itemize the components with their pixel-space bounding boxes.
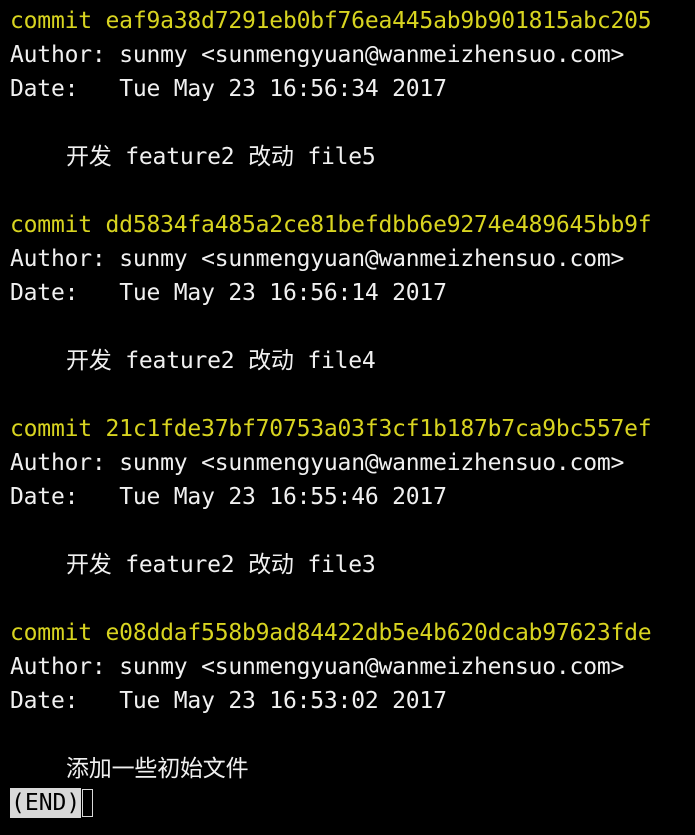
commit-hash: dd5834fa485a2ce81befdbb6e9274e489645bb9f xyxy=(105,212,652,238)
text-cursor[interactable] xyxy=(82,789,94,817)
commit-message: 开发 feature2 改动 file5 xyxy=(66,144,376,170)
author-line: Author: sunmy <sunmengyuan@wanmeizhensuo… xyxy=(10,242,695,276)
date-line: Date: Tue May 23 16:53:02 2017 xyxy=(10,684,695,718)
author-line: Author: sunmy <sunmengyuan@wanmeizhensuo… xyxy=(10,446,695,480)
commit-keyword: commit xyxy=(10,416,106,442)
author-value: sunmy <sunmengyuan@wanmeizhensuo.com> xyxy=(119,654,625,680)
author-line: Author: sunmy <sunmengyuan@wanmeizhensuo… xyxy=(10,650,695,684)
date-value: Tue May 23 16:56:14 2017 xyxy=(119,280,447,306)
commit-hash: eaf9a38d7291eb0bf76ea445ab9b901815abc205 xyxy=(105,8,652,34)
commit-entry: commit e08ddaf558b9ad84422db5e4b620dcab9… xyxy=(10,616,695,786)
commit-keyword: commit xyxy=(10,8,106,34)
date-value: Tue May 23 16:56:34 2017 xyxy=(119,76,447,102)
author-label: Author: xyxy=(10,246,120,272)
date-value: Tue May 23 16:53:02 2017 xyxy=(119,688,447,714)
commit-keyword: commit xyxy=(10,212,106,238)
commit-hash-line: commit 21c1fde37bf70753a03f3cf1b187b7ca9… xyxy=(10,412,695,446)
author-label: Author: xyxy=(10,42,120,68)
commit-hash-line: commit eaf9a38d7291eb0bf76ea445ab9b90181… xyxy=(10,4,695,38)
author-label: Author: xyxy=(10,654,120,680)
date-label: Date: xyxy=(10,484,120,510)
commit-hash-line: commit e08ddaf558b9ad84422db5e4b620dcab9… xyxy=(10,616,695,650)
date-label: Date: xyxy=(10,76,120,102)
date-line: Date: Tue May 23 16:55:46 2017 xyxy=(10,480,695,514)
commit-entry: commit eaf9a38d7291eb0bf76ea445ab9b90181… xyxy=(10,4,695,208)
author-line: Author: sunmy <sunmengyuan@wanmeizhensuo… xyxy=(10,38,695,72)
date-line: Date: Tue May 23 16:56:34 2017 xyxy=(10,72,695,106)
terminal-window[interactable]: commit eaf9a38d7291eb0bf76ea445ab9b90181… xyxy=(10,4,695,820)
commit-hash: e08ddaf558b9ad84422db5e4b620dcab97623fde xyxy=(105,620,652,646)
date-line: Date: Tue May 23 16:56:14 2017 xyxy=(10,276,695,310)
author-value: sunmy <sunmengyuan@wanmeizhensuo.com> xyxy=(119,450,625,476)
date-value: Tue May 23 16:55:46 2017 xyxy=(119,484,447,510)
author-label: Author: xyxy=(10,450,120,476)
commit-message: 添加一些初始文件 xyxy=(66,756,249,782)
date-label: Date: xyxy=(10,688,120,714)
commit-message: 开发 feature2 改动 file4 xyxy=(66,348,376,374)
pager-status-line: (END) xyxy=(10,786,695,820)
commit-hash: 21c1fde37bf70753a03f3cf1b187b7ca9bc557ef xyxy=(105,416,652,442)
pager-end-indicator: (END) xyxy=(10,788,82,818)
commit-keyword: commit xyxy=(10,620,106,646)
commit-entry: commit dd5834fa485a2ce81befdbb6e9274e489… xyxy=(10,208,695,412)
commit-hash-line: commit dd5834fa485a2ce81befdbb6e9274e489… xyxy=(10,208,695,242)
commit-message: 开发 feature2 改动 file3 xyxy=(66,552,376,578)
author-value: sunmy <sunmengyuan@wanmeizhensuo.com> xyxy=(119,42,625,68)
author-value: sunmy <sunmengyuan@wanmeizhensuo.com> xyxy=(119,246,625,272)
date-label: Date: xyxy=(10,280,120,306)
commit-entry: commit 21c1fde37bf70753a03f3cf1b187b7ca9… xyxy=(10,412,695,616)
